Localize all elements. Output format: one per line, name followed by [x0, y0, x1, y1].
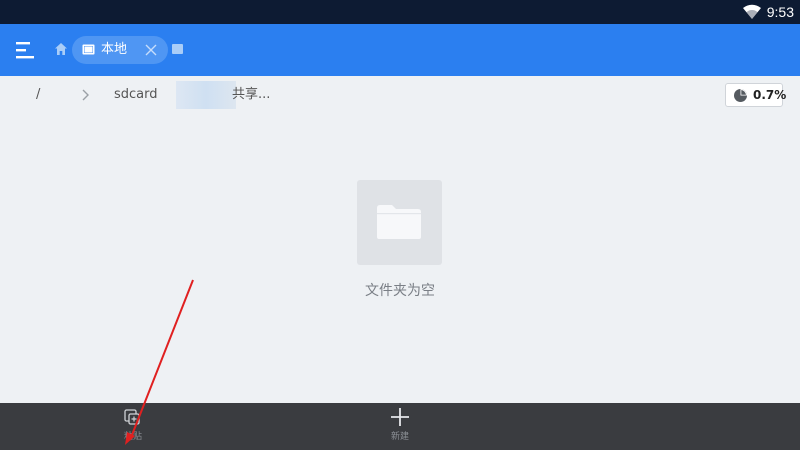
paste-icon	[124, 409, 140, 425]
blurred-path	[176, 81, 236, 109]
folder-icon	[377, 205, 421, 239]
tablet-icon[interactable]	[172, 44, 183, 54]
home-icon[interactable]	[54, 42, 68, 56]
status-bar: 9:53	[0, 0, 800, 24]
pie-chart-icon	[734, 89, 747, 102]
tab-label: 本地	[101, 42, 128, 57]
tablet-icon	[82, 44, 95, 55]
app-toolbar: 本地	[0, 24, 800, 76]
breadcrumb-share-label: 共享...	[232, 87, 271, 102]
storage-usage-badge[interactable]: 0.7%	[725, 83, 787, 107]
chevron-right-icon	[82, 89, 89, 101]
breadcrumb-share[interactable]: 共享...	[176, 81, 286, 109]
close-icon[interactable]	[144, 43, 158, 57]
wifi-icon	[743, 4, 761, 19]
breadcrumb-sdcard[interactable]: sdcard	[114, 86, 158, 104]
breadcrumb: / sdcard 共享...	[0, 76, 800, 114]
new-label: 新建	[390, 432, 409, 442]
paste-button[interactable]: 粘贴	[110, 403, 156, 450]
empty-folder-message: 文件夹为空	[365, 283, 435, 299]
hamburger-menu-icon[interactable]	[14, 38, 36, 62]
breadcrumb-root[interactable]: /	[36, 86, 40, 104]
tab-local[interactable]: 本地	[72, 36, 168, 64]
storage-percent: 0.7%	[753, 88, 787, 102]
paste-label: 粘贴	[123, 432, 142, 442]
clock: 9:53	[766, 4, 794, 20]
empty-folder-illustration	[357, 180, 442, 265]
plus-icon	[391, 408, 409, 426]
file-manager-screen: 9:53 本地 / sdcard 共享... 0.7% 文件夹为空 粘贴 新建	[0, 0, 800, 450]
bottom-action-bar: 粘贴 新建	[0, 403, 800, 450]
new-button[interactable]: 新建	[377, 403, 423, 450]
